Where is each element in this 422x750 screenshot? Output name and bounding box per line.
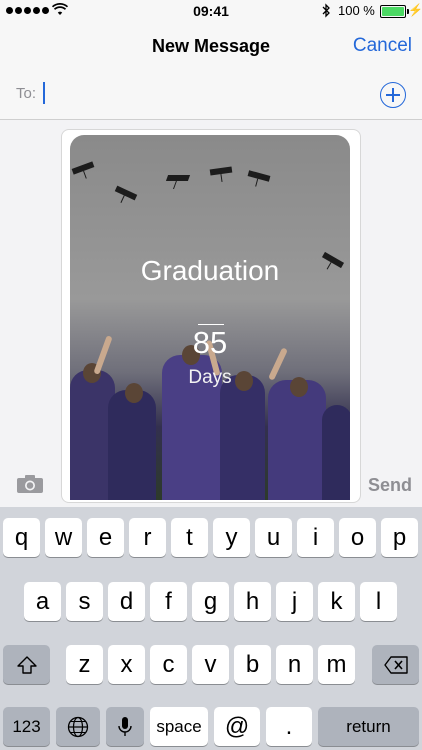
dot-key[interactable]: . xyxy=(266,707,312,746)
key-t[interactable]: t xyxy=(171,518,208,557)
key-f[interactable]: f xyxy=(150,582,187,621)
key-o[interactable]: o xyxy=(339,518,376,557)
countdown-number: 85 xyxy=(192,325,228,360)
status-bar: 09:41 100 % ⚡ xyxy=(0,0,422,22)
key-i[interactable]: i xyxy=(297,518,334,557)
countdown-title: Graduation xyxy=(140,255,280,286)
numbers-key[interactable]: 123 xyxy=(3,707,50,746)
key-z[interactable]: z xyxy=(66,645,103,684)
graduation-cap-icon xyxy=(71,161,95,179)
delete-key[interactable] xyxy=(372,645,419,684)
keyboard: q w e r t y u i o p a s d f g h j k l z … xyxy=(0,507,422,750)
key-m[interactable]: m xyxy=(318,645,355,684)
key-g[interactable]: g xyxy=(192,582,229,621)
key-k[interactable]: k xyxy=(318,582,355,621)
graduation-cap-icon xyxy=(247,170,271,187)
add-recipient-button[interactable] xyxy=(380,82,406,108)
battery-icon xyxy=(380,5,409,18)
cancel-button[interactable]: Cancel xyxy=(353,35,412,57)
graduation-cap-icon xyxy=(114,185,138,203)
countdown-unit: Days xyxy=(188,367,232,388)
key-e[interactable]: e xyxy=(87,518,124,557)
key-l[interactable]: l xyxy=(360,582,397,621)
return-key[interactable]: return xyxy=(318,707,419,746)
key-q[interactable]: q xyxy=(3,518,40,557)
space-key[interactable]: space xyxy=(150,707,208,746)
backspace-icon xyxy=(383,655,408,674)
key-v[interactable]: v xyxy=(192,645,229,684)
message-compose-area: Graduation 85 Days Send xyxy=(0,120,422,505)
globe-icon xyxy=(67,716,89,737)
globe-key[interactable] xyxy=(56,707,100,746)
camera-icon[interactable] xyxy=(16,474,44,494)
send-button[interactable]: Send xyxy=(368,475,412,496)
bluetooth-icon xyxy=(322,3,330,18)
navigation-bar: New Message Cancel xyxy=(0,22,422,72)
key-c[interactable]: c xyxy=(150,645,187,684)
graduation-countdown-card[interactable]: Graduation 85 Days xyxy=(70,135,350,500)
key-n[interactable]: n xyxy=(276,645,313,684)
key-h[interactable]: h xyxy=(234,582,271,621)
key-r[interactable]: r xyxy=(129,518,166,557)
key-x[interactable]: x xyxy=(108,645,145,684)
key-y[interactable]: y xyxy=(213,518,250,557)
graduation-cap-icon xyxy=(209,166,233,183)
shift-icon xyxy=(16,655,37,674)
key-p[interactable]: p xyxy=(381,518,418,557)
key-d[interactable]: d xyxy=(108,582,145,621)
at-key[interactable]: @ xyxy=(214,707,260,746)
key-a[interactable]: a xyxy=(24,582,61,621)
key-b[interactable]: b xyxy=(234,645,271,684)
key-s[interactable]: s xyxy=(66,582,103,621)
key-j[interactable]: j xyxy=(276,582,313,621)
graduation-cap-icon xyxy=(165,175,191,189)
battery-percent: 100 % xyxy=(338,3,375,18)
to-label: To: xyxy=(16,85,37,102)
dictation-key[interactable] xyxy=(106,707,144,746)
key-u[interactable]: u xyxy=(255,518,292,557)
charging-bolt-icon: ⚡ xyxy=(408,3,422,17)
microphone-icon xyxy=(118,716,132,736)
shift-key[interactable] xyxy=(3,645,50,684)
text-cursor xyxy=(43,82,45,104)
key-w[interactable]: w xyxy=(45,518,82,557)
recipient-field[interactable]: To: xyxy=(0,71,422,120)
